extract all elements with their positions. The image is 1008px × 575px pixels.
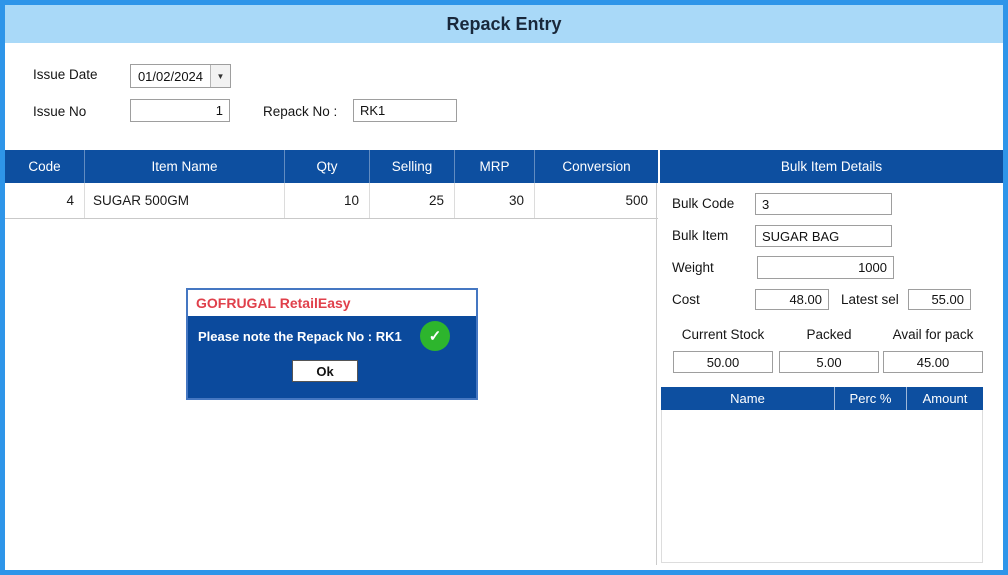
column-header-conversion: Conversion xyxy=(562,159,631,174)
issue-date-dropdown-button[interactable]: ▼ xyxy=(210,65,230,87)
avail-for-pack-input[interactable] xyxy=(883,351,983,373)
current-stock-input[interactable] xyxy=(673,351,773,373)
cell-selling: 25 xyxy=(370,183,455,218)
cost-label: Cost xyxy=(672,292,700,307)
column-header-selling: Selling xyxy=(370,150,455,183)
cost-input[interactable] xyxy=(755,289,829,310)
page-title: Repack Entry xyxy=(446,13,562,34)
column-header-qty: Qty xyxy=(285,150,370,183)
success-check-icon: ✓ xyxy=(420,321,450,351)
cell-mrp: 30 xyxy=(455,183,535,218)
bulk-code-label: Bulk Code xyxy=(672,196,735,211)
packed-label: Packed xyxy=(806,327,852,342)
issue-no-label: Issue No xyxy=(33,104,87,119)
issue-no-input[interactable] xyxy=(130,99,230,122)
cell-conversion: 500 xyxy=(625,193,648,208)
bulk-item-input[interactable] xyxy=(755,225,892,247)
items-table-header: Code Item Name Qty Selling MRP Conversio… xyxy=(5,150,1003,183)
table-row[interactable]: 4 SUGAR 500GM 10 25 30 500 xyxy=(5,183,658,219)
avail-for-pack-label: Avail for pack xyxy=(892,327,974,342)
repack-entry-window: Repack Entry Issue Date 01/02/2024 ▼ Iss… xyxy=(0,0,1008,575)
dialog-message: Please note the Repack No : RK1 xyxy=(198,329,402,344)
bulk-code-input[interactable] xyxy=(755,193,892,215)
breakup-column-name: Name xyxy=(661,387,835,410)
cell-item-name: SUGAR 500GM xyxy=(85,183,285,218)
latest-sel-input[interactable] xyxy=(908,289,971,310)
breakup-column-amount: Amount xyxy=(922,391,968,406)
breakup-table-header: Name Perc % Amount xyxy=(661,387,983,410)
issue-date-combo: 01/02/2024 ▼ xyxy=(130,64,231,88)
breakup-column-perc: Perc % xyxy=(835,387,907,410)
chevron-down-icon: ▼ xyxy=(216,71,225,81)
breakup-table-body xyxy=(661,410,983,563)
latest-sel-label: Latest sel xyxy=(841,292,899,307)
dialog-body: Please note the Repack No : RK1 ✓ Ok xyxy=(188,316,476,398)
issue-date-input[interactable]: 01/02/2024 xyxy=(131,65,210,87)
bulk-item-details-header: Bulk Item Details xyxy=(780,159,883,174)
panel-divider xyxy=(656,183,657,565)
column-header-item-name: Item Name xyxy=(85,150,285,183)
ok-button[interactable]: Ok xyxy=(292,360,358,382)
current-stock-label: Current Stock xyxy=(681,327,765,342)
column-header-code: Code xyxy=(5,150,85,183)
packed-input[interactable] xyxy=(779,351,879,373)
cell-code: 4 xyxy=(5,183,85,218)
dialog-title: GOFRUGAL RetailEasy xyxy=(196,295,351,311)
bulk-item-label: Bulk Item xyxy=(672,228,729,243)
column-header-mrp: MRP xyxy=(455,150,535,183)
issue-date-label: Issue Date xyxy=(33,67,98,82)
weight-input[interactable] xyxy=(757,256,894,279)
dialog-title-bar: GOFRUGAL RetailEasy xyxy=(188,290,476,316)
weight-label: Weight xyxy=(672,260,714,275)
repack-no-label: Repack No : xyxy=(263,104,338,119)
repack-no-input[interactable] xyxy=(353,99,457,122)
title-bar: Repack Entry xyxy=(5,5,1003,43)
message-dialog: GOFRUGAL RetailEasy Please note the Repa… xyxy=(186,288,478,400)
cell-qty: 10 xyxy=(285,183,370,218)
